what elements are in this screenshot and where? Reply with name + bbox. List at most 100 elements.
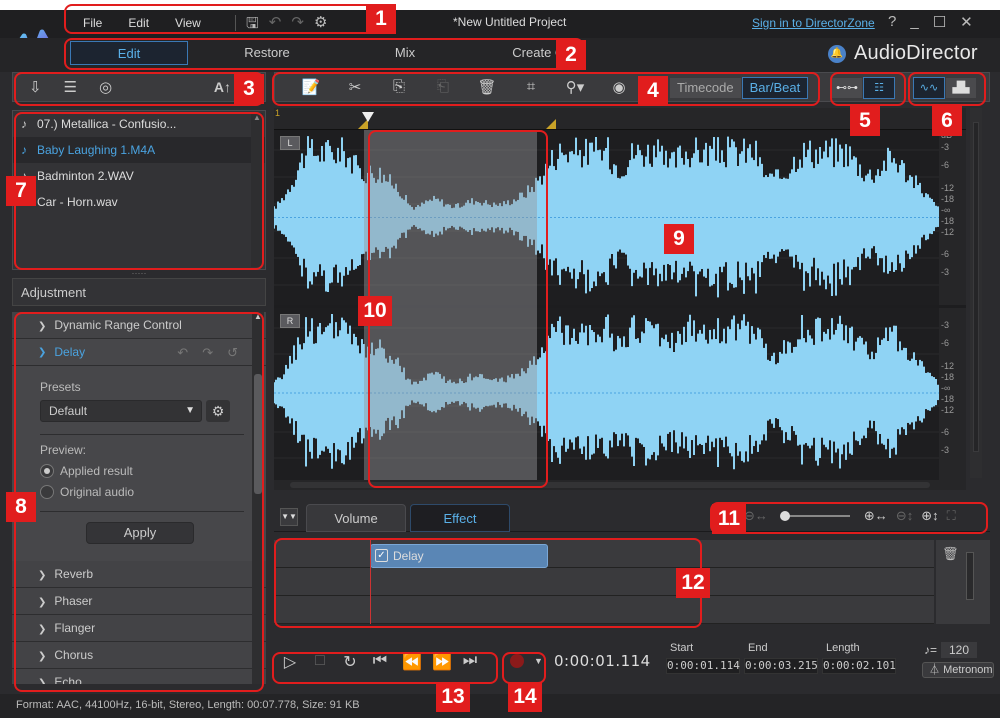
zoom-in-horizontal-icon[interactable]: ⊕↔	[864, 508, 888, 524]
radio-original-audio[interactable]: Original audio	[40, 485, 252, 499]
tempo-input[interactable]: 120	[941, 642, 978, 658]
rewind-icon[interactable]: ⏪	[402, 652, 422, 672]
bar-beat-toggle[interactable]: Bar/Beat	[741, 77, 809, 99]
redo-icon[interactable]: ↷	[291, 13, 304, 38]
sign-in-link[interactable]: Sign in to DirectorZone	[752, 16, 875, 30]
sort-text-icon[interactable]: A↑	[214, 79, 231, 95]
timecode-toggle[interactable]: Timecode	[669, 77, 742, 99]
scrollbar-thumb[interactable]	[290, 482, 930, 488]
zoom-out-vertical-icon[interactable]: ⊖↕	[896, 508, 913, 524]
go-to-start-icon[interactable]: ⏮	[372, 652, 388, 672]
tab-volume[interactable]: Volume	[306, 504, 406, 532]
record-button[interactable]: ▼	[510, 654, 543, 668]
library-scrollbar[interactable]: ▲	[251, 113, 263, 267]
broadcast-icon[interactable]: ◉	[597, 78, 641, 96]
fit-to-window-icon[interactable]: ⛶	[947, 508, 956, 524]
channel-label-right[interactable]: R	[280, 314, 300, 328]
menu-view[interactable]: View	[162, 16, 214, 30]
horizontal-zoom-slider[interactable]	[779, 511, 850, 521]
online-media-icon[interactable]: ◎	[99, 78, 112, 96]
undo-icon[interactable]: ↶	[177, 339, 188, 366]
end-time-input[interactable]: 0:00:03.215	[744, 658, 818, 674]
paste-icon[interactable]: ⎗	[421, 78, 465, 96]
zoom-out-horizontal-icon[interactable]: ⊖↔	[744, 508, 768, 524]
settings-gear-icon[interactable]: ⚙	[314, 13, 327, 38]
effect-phaser[interactable]: ❯ Phaser	[12, 588, 266, 615]
mode-tab-edit[interactable]: Edit	[70, 41, 188, 65]
loop-icon[interactable]: ↻	[342, 652, 358, 672]
selection-end-marker[interactable]	[546, 119, 556, 129]
lane-scrollbar[interactable]	[966, 552, 974, 600]
playback-cursor-line	[370, 540, 371, 624]
effect-label: Delay	[54, 344, 86, 359]
effect-reverb[interactable]: ❯ Reverb	[12, 561, 266, 588]
length-label: Length	[826, 642, 860, 654]
redo-icon[interactable]: ↷	[202, 339, 213, 366]
menu-file[interactable]: File	[70, 16, 115, 30]
effect-flanger[interactable]: ❯ Flanger	[12, 615, 266, 642]
checkbox-checked-icon[interactable]: ✓	[375, 549, 388, 562]
scroll-up-icon[interactable]: ▲	[252, 312, 264, 321]
panel-resize-grip[interactable]: ·····	[12, 269, 266, 278]
minimize-icon[interactable]: _	[910, 13, 918, 31]
properties-icon[interactable]: 📝	[289, 78, 333, 96]
channel-label-left[interactable]: L	[280, 136, 300, 150]
collapse-panel-icon[interactable]: ▼▼	[280, 508, 298, 526]
effect-lane[interactable]	[274, 596, 934, 624]
waveform-view-icon[interactable]: ∿∿	[913, 77, 945, 99]
play-icon[interactable]: ▷	[282, 652, 298, 672]
effect-delay[interactable]: ❯ Delay ↶ ↷ ↺	[12, 339, 266, 366]
save-icon[interactable]: 🖫	[246, 13, 259, 38]
menu-edit[interactable]: Edit	[115, 16, 162, 30]
effect-echo[interactable]: ❯ Echo	[12, 669, 266, 684]
db-tick: -18	[941, 394, 955, 404]
import-file-icon[interactable]: ⇩	[29, 78, 42, 96]
library-item[interactable]: ♪ 07.) Metallica - Confusio...	[13, 111, 265, 137]
scroll-up-icon[interactable]: ▲	[251, 113, 263, 122]
marker-dropdown-icon[interactable]: ⚲▾	[553, 78, 597, 96]
library-item[interactable]: ♪Badminton 2.WAV	[13, 163, 265, 189]
effect-dynamic-range-control[interactable]: ❯ Dynamic Range Control	[12, 312, 266, 339]
preset-settings-gear-icon[interactable]: ⚙	[206, 400, 230, 422]
fast-forward-icon[interactable]: ⏩	[432, 652, 452, 672]
mode-tab-restore[interactable]: Restore	[208, 41, 326, 65]
maximize-icon[interactable]: ☐	[933, 13, 946, 31]
mode-tab-mix[interactable]: Mix	[346, 41, 464, 65]
slider-knob[interactable]	[779, 511, 790, 521]
zoom-in-vertical-icon[interactable]: ⊕↕	[921, 508, 938, 524]
effect-chorus[interactable]: ❯ Chorus	[12, 642, 266, 669]
reset-icon[interactable]: ↺	[227, 339, 238, 366]
adjustment-scrollbar[interactable]: ▲	[252, 312, 264, 684]
effect-lane[interactable]	[274, 568, 934, 596]
go-to-end-icon[interactable]: ⏭	[462, 652, 478, 672]
horizontal-scrollbar[interactable]	[274, 480, 966, 490]
length-time-input[interactable]: 0:00:02.101	[822, 658, 896, 674]
crop-icon[interactable]: ⌗	[509, 78, 553, 96]
help-icon[interactable]: ?	[888, 13, 896, 31]
effect-clip-delay[interactable]: ✓ Delay	[370, 544, 548, 568]
playhead-handle[interactable]	[362, 112, 374, 122]
undo-icon[interactable]: ↶	[269, 13, 282, 38]
metronome-button[interactable]: ⏃ Metronome	[922, 662, 994, 678]
waveform-single-icon[interactable]: ⊷⊶	[831, 77, 863, 99]
record-dropdown-icon[interactable]: ▼	[534, 656, 543, 666]
preset-select[interactable]: Default ▼	[40, 400, 202, 422]
tab-effect[interactable]: Effect	[410, 504, 510, 532]
delete-icon[interactable]: 🗑	[465, 78, 509, 96]
mode-bar: Edit Restore Mix Create CD 🔔 AudioDirect…	[0, 38, 1000, 72]
notification-bell-icon[interactable]: 🔔	[828, 44, 846, 63]
import-list-icon[interactable]: ☰	[64, 78, 77, 96]
start-time-input[interactable]: 0:00:01.114	[666, 658, 740, 674]
spectrum-view-icon[interactable]: ▟▙	[945, 77, 977, 99]
apply-button[interactable]: Apply	[86, 522, 194, 544]
close-icon[interactable]: ✕	[960, 13, 973, 31]
radio-applied-result[interactable]: Applied result	[40, 464, 252, 478]
trash-icon[interactable]: 🗑	[942, 546, 959, 562]
scrollbar-thumb[interactable]	[254, 374, 262, 494]
stop-icon[interactable]: □	[312, 652, 328, 672]
cut-icon[interactable]: ✂	[333, 78, 377, 96]
library-item[interactable]: ♪ Baby Laughing 1.M4A	[13, 137, 265, 163]
library-item[interactable]: ♪Car - Horn.wav	[13, 189, 265, 215]
waveform-multitrack-icon[interactable]: ☷	[863, 77, 895, 99]
copy-icon[interactable]: ⎘	[377, 78, 421, 96]
